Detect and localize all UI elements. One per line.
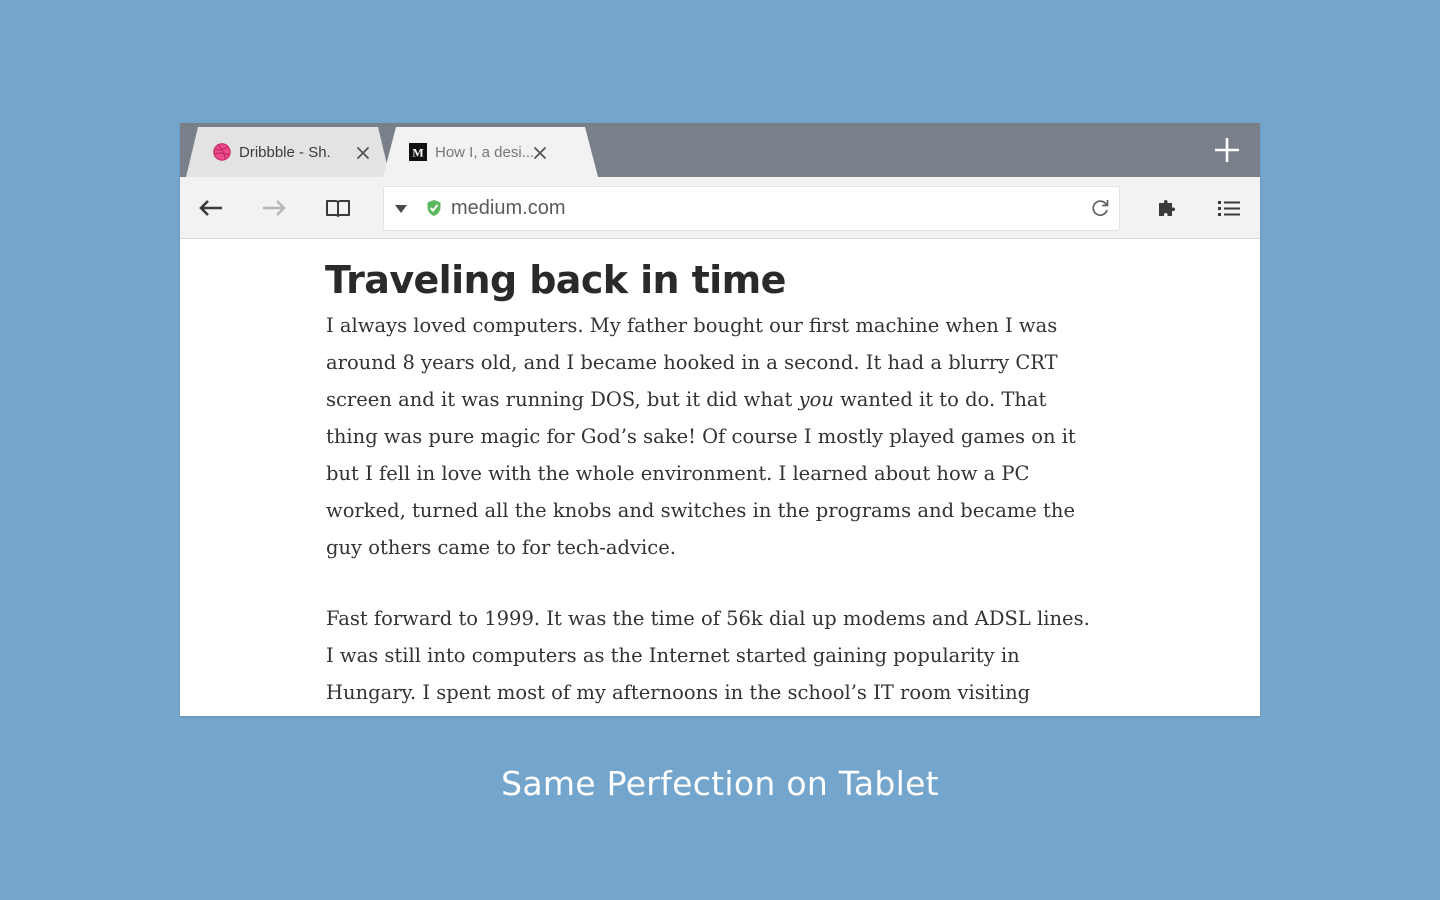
paragraph-line: but I fell in love with the whole enviro… [326, 462, 1030, 485]
tab-title: How I, a desi... [435, 143, 535, 161]
paragraph-line: guy others came to for tech-advice. [326, 536, 676, 559]
arrow-right-icon [263, 200, 286, 216]
article-heading: Traveling back in time [325, 258, 786, 302]
puzzle-icon [1159, 200, 1175, 216]
text-run: screen and it was running DOS, but it di… [326, 388, 799, 411]
paragraph-line: Fast forward to 1999. It was the time of… [326, 607, 1090, 630]
paragraph-line: screen and it was running DOS, but it di… [326, 381, 1125, 418]
back-button[interactable] [197, 195, 225, 221]
extensions-button[interactable] [1153, 195, 1181, 221]
toolbar: medium.com [180, 177, 1260, 239]
menu-button[interactable] [1215, 195, 1243, 221]
dropdown-triangle-icon[interactable] [394, 202, 408, 216]
close-icon[interactable] [533, 146, 547, 160]
list-icon [1218, 201, 1240, 216]
arrow-left-icon [199, 200, 222, 216]
emphasis-text: you [798, 388, 834, 411]
medium-icon: M [409, 143, 427, 161]
paragraph-line: thing was pure magic for God’s sake! Of … [326, 425, 1076, 448]
article: Traveling back in time I always loved co… [325, 240, 1125, 711]
omnibox[interactable]: medium.com [383, 186, 1120, 231]
shield-check-icon [427, 200, 441, 216]
promo-caption: Same Perfection on Tablet [501, 764, 939, 803]
new-tab-button[interactable] [1212, 135, 1242, 165]
article-paragraph: I always loved computers. My father boug… [326, 307, 1125, 566]
article-paragraph: Fast forward to 1999. It was the time of… [326, 600, 1125, 711]
paragraph-line: around 8 years old, and I became hooked … [326, 351, 1058, 374]
tab-dribbble[interactable]: Dribbble - Sh. [186, 127, 390, 177]
paragraph-line: worked, turned all the knobs and switche… [326, 499, 1075, 522]
reload-icon[interactable] [1089, 197, 1111, 219]
tab-content: Dribbble - Sh. [213, 127, 331, 177]
tab-title: Dribbble - Sh. [239, 143, 331, 161]
close-icon[interactable] [356, 146, 370, 160]
page-content: Traveling back in time I always loved co… [180, 240, 1260, 716]
paragraph-line: Hungary. I spent most of my afternoons i… [326, 681, 1031, 704]
forward-button[interactable] [260, 195, 288, 221]
browser-window: Dribbble - Sh. M How I, a desi... medium… [180, 123, 1260, 716]
tab-content: M How I, a desi... [409, 127, 534, 177]
paragraph-line: I was still into computers as the Intern… [326, 644, 1020, 667]
tab-medium[interactable]: M How I, a desi... [383, 127, 598, 177]
url-text[interactable]: medium.com [451, 187, 565, 230]
tab-strip: Dribbble - Sh. M How I, a desi... [180, 123, 1260, 177]
reader-mode-button[interactable] [324, 195, 352, 221]
svg-text:M: M [412, 146, 423, 160]
book-icon [326, 200, 350, 217]
text-run: wanted it to do. That [833, 388, 1047, 411]
paragraph-line: I always loved computers. My father boug… [326, 314, 1058, 337]
dribbble-icon [213, 143, 231, 161]
